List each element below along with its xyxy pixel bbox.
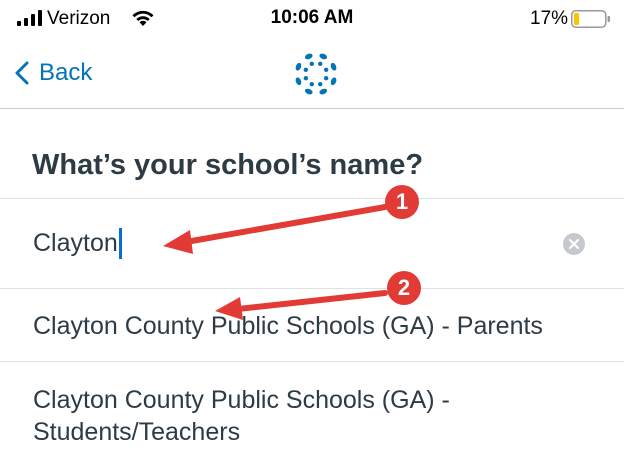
search-input[interactable]: Clayton — [33, 228, 122, 259]
page-title: What’s your school’s name? — [32, 149, 424, 181]
status-bar: Verizon 10:06 AM 17% — [0, 0, 624, 40]
battery-percentage: 17% — [530, 8, 569, 29]
navigation-bar: Back — [0, 40, 624, 109]
back-button-label: Back — [39, 59, 93, 86]
school-result-item[interactable]: Clayton County Public Schools (GA) - Par… — [0, 289, 624, 362]
annotation-badge-1: 1 — [385, 185, 419, 219]
school-search-field[interactable]: Clayton — [0, 198, 624, 289]
clear-search-button[interactable] — [563, 233, 585, 255]
search-input-value: Clayton — [33, 229, 118, 257]
back-button[interactable]: Back — [14, 57, 92, 89]
battery-icon — [571, 10, 610, 28]
chevron-left-icon — [15, 61, 29, 85]
canvas-logo-icon — [295, 53, 337, 95]
text-cursor — [118, 228, 122, 259]
school-result-item[interactable]: Clayton County Public Schools (GA) - Stu… — [0, 362, 624, 459]
clear-x-icon — [568, 238, 580, 250]
school-result-label: Clayton County Public Schools (GA) - Par… — [33, 312, 543, 340]
annotation-badge-2: 2 — [387, 271, 421, 305]
school-result-label: Clayton County Public Schools (GA) - Stu… — [33, 386, 450, 446]
